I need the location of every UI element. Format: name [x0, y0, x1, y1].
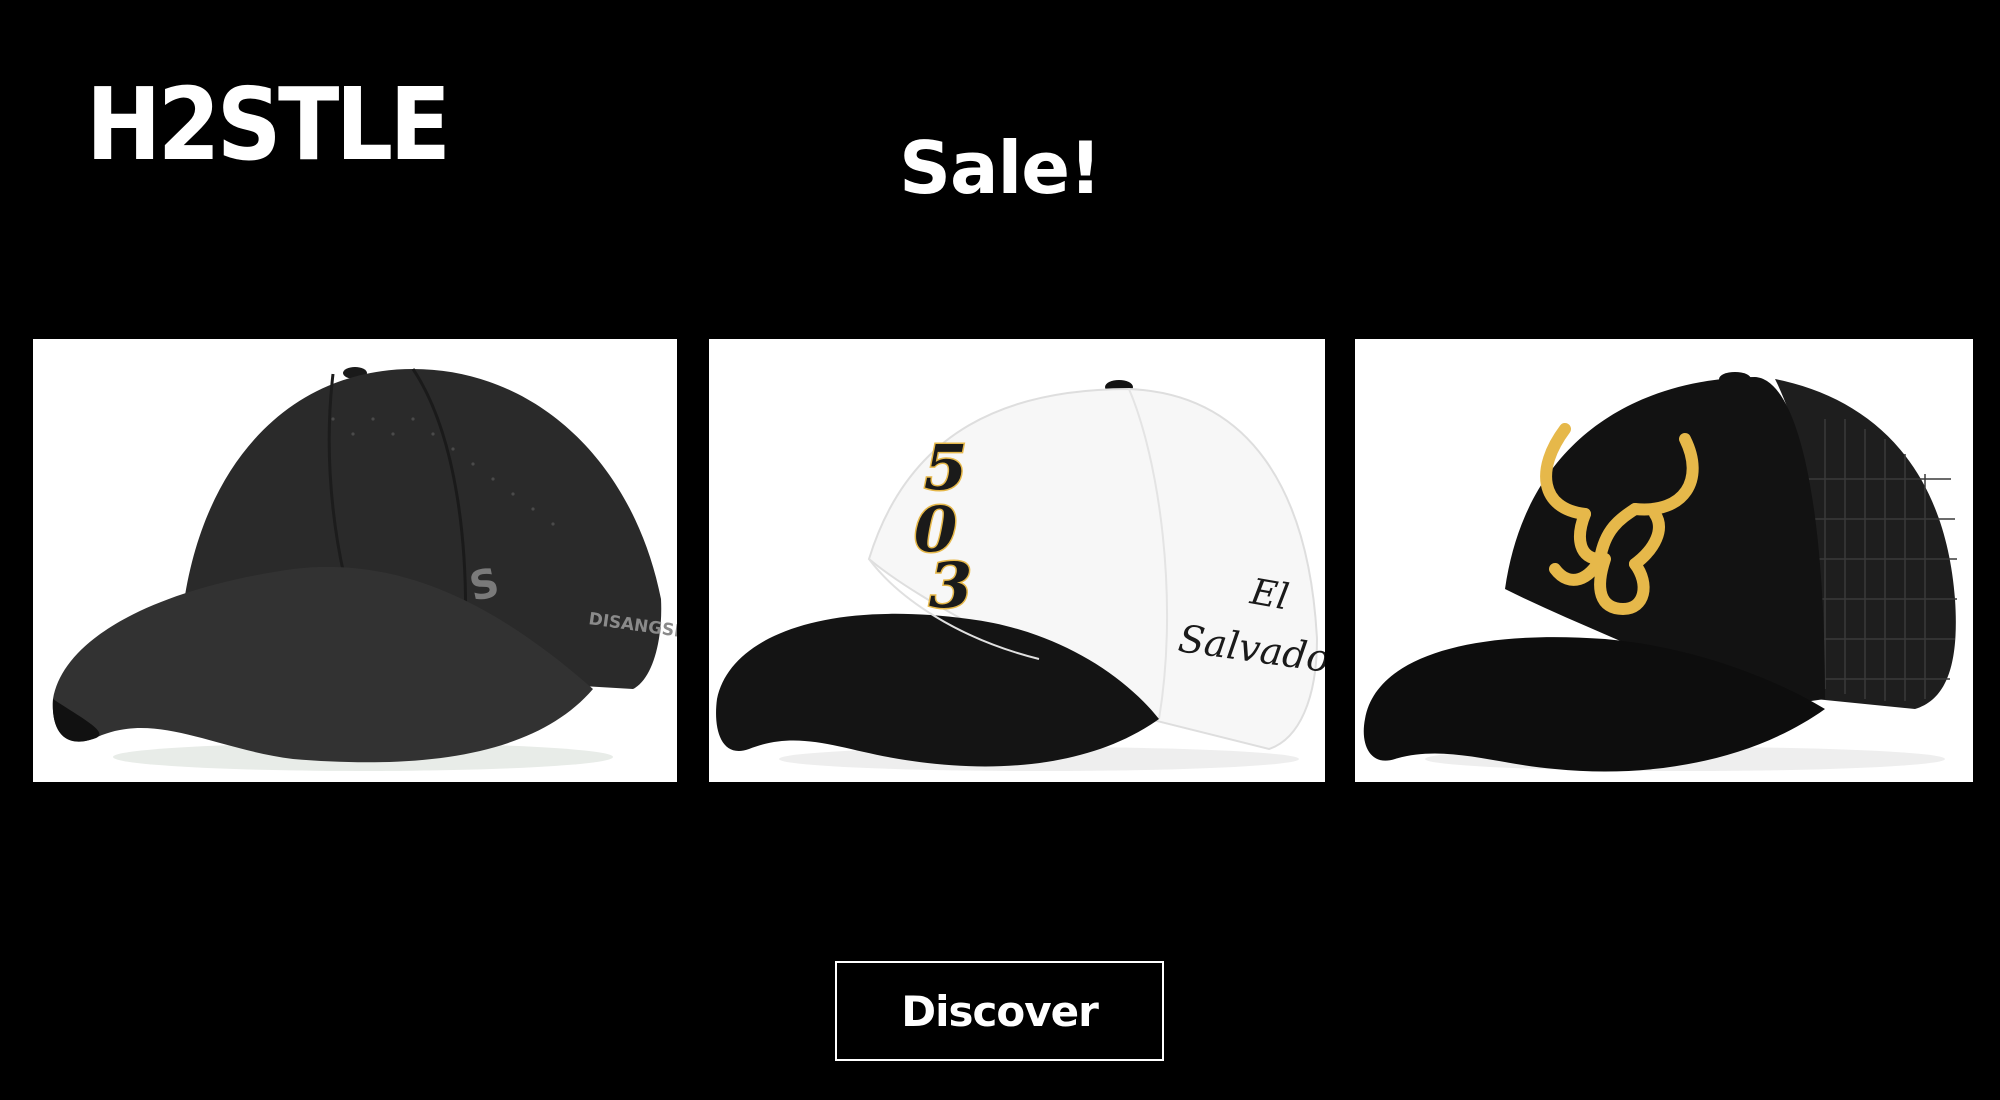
svg-text:3: 3 — [929, 549, 972, 622]
black-cap-image: S DISANGSI — [33, 339, 677, 782]
svg-text:El: El — [1246, 571, 1291, 618]
sale-headline: Sale! — [899, 126, 1102, 210]
product-card-black-cap[interactable]: S DISANGSI — [33, 339, 677, 782]
product-gallery: S DISANGSI 5 0 3 El Salvador — [0, 339, 2000, 782]
product-card-bull-cap[interactable] — [1355, 339, 1973, 782]
bull-cap-image — [1355, 339, 1973, 782]
product-card-white-cap[interactable]: 5 0 3 El Salvador — [709, 339, 1325, 782]
discover-button[interactable]: Discover — [835, 961, 1164, 1061]
white-cap-image: 5 0 3 El Salvador — [709, 339, 1325, 782]
